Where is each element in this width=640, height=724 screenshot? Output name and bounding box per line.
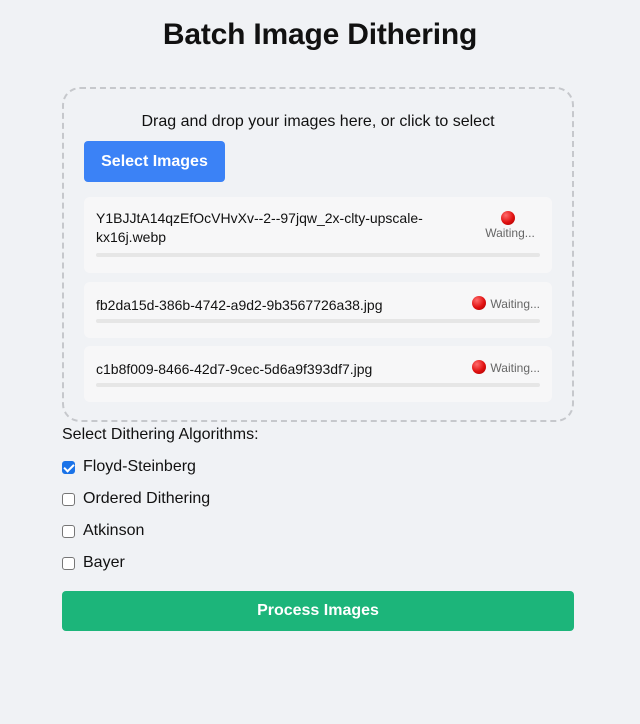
red-circle-icon <box>472 296 487 310</box>
page: Batch Image Dithering Drag and drop your… <box>0 0 640 724</box>
file-status: Waiting... <box>472 296 540 311</box>
algorithm-label: Atkinson <box>83 522 145 539</box>
algorithm-option-floyd-steinberg[interactable]: Floyd-Steinberg <box>62 457 196 477</box>
algorithm-label: Ordered Dithering <box>83 490 211 507</box>
select-images-button[interactable]: Select Images <box>84 141 225 182</box>
file-status-label: Waiting... <box>490 361 540 375</box>
red-circle-icon <box>472 360 487 374</box>
progress-bar <box>96 253 540 257</box>
algorithm-option-bayer[interactable]: Bayer <box>62 553 125 573</box>
algorithm-option-atkinson[interactable]: Atkinson <box>62 521 144 541</box>
file-status-label: Waiting... <box>490 297 540 311</box>
file-status: Waiting... <box>472 360 540 375</box>
file-name: fb2da15d-386b-4742-a9d2-9b3567726a38.jpg <box>96 297 383 313</box>
drop-zone[interactable]: Drag and drop your images here, or click… <box>62 87 574 422</box>
progress-bar <box>96 319 540 323</box>
atkinson-checkbox[interactable] <box>62 524 75 538</box>
file-name: c1b8f009-8466-42d7-9cec-5d6a9f393df7.jpg <box>96 361 373 377</box>
algorithm-label: Bayer <box>83 554 125 571</box>
drop-zone-prompt: Drag and drop your images here, or click… <box>141 113 495 130</box>
file-name: Y1BJJtA14qzEfOcVHvXv--2--97jqw_2x-clty-u… <box>96 210 423 245</box>
file-status-label: Waiting... <box>485 226 535 240</box>
progress-bar <box>96 383 540 387</box>
page-title: Batch Image Dithering <box>162 18 478 51</box>
algorithm-label: Floyd-Steinberg <box>83 458 196 475</box>
algorithm-option-ordered-dithering[interactable]: Ordered Dithering <box>62 489 210 509</box>
ordered-dithering-checkbox[interactable] <box>62 492 75 506</box>
bayer-checkbox[interactable] <box>62 556 75 570</box>
algorithms-heading: Select Dithering Algorithms: <box>62 426 259 443</box>
process-images-button[interactable]: Process Images <box>62 591 574 631</box>
file-item: Y1BJJtA14qzEfOcVHvXv--2--97jqw_2x-clty-u… <box>84 197 552 273</box>
red-circle-icon <box>501 211 515 225</box>
file-item: c1b8f009-8466-42d7-9cec-5d6a9f393df7.jpg… <box>84 346 552 402</box>
file-status: Waiting... <box>480 211 540 240</box>
file-item: fb2da15d-386b-4742-a9d2-9b3567726a38.jpg… <box>84 282 552 338</box>
floyd-steinberg-checkbox[interactable] <box>62 460 75 474</box>
